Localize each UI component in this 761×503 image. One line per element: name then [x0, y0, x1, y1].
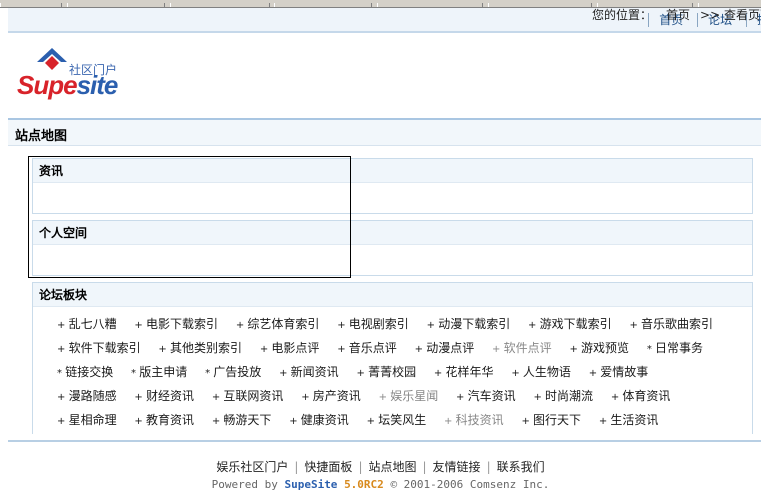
- forum-link[interactable]: 游戏下载索引: [528, 316, 612, 334]
- breadcrumb: 您的位置： 首页 >> 查看页面: [592, 6, 761, 23]
- forum-link[interactable]: 汽车资讯: [456, 388, 516, 406]
- forum-row: 链接交换 版主申请 广告投放 新闻资讯 菁菁校园 花样年华 人生物语 爱情故事: [57, 364, 752, 388]
- breadcrumb-current: >> 查看页面: [700, 8, 761, 22]
- forum-link[interactable]: 房产资讯: [301, 388, 361, 406]
- logo-house-icon: [37, 48, 67, 70]
- forum-link[interactable]: 综艺体育索引: [236, 316, 319, 334]
- footer-divider: [8, 440, 761, 442]
- forum-link[interactable]: 版主申请: [131, 364, 187, 382]
- section-header: 站点地图: [8, 118, 761, 146]
- forum-row: 软件下载索引 其他类别索引 电影点评 音乐点评 动漫点评 软件点评 游戏预览 日…: [57, 340, 752, 364]
- footer-links: 娱乐社区门户 | 快捷面板 | 站点地图 | 友情链接 | 联系我们: [0, 458, 761, 475]
- footer-link-quick-panel[interactable]: 快捷面板: [301, 460, 355, 474]
- page-title: 站点地图: [15, 129, 68, 144]
- personal-space-panel: 个人空间: [32, 220, 753, 276]
- site-logo[interactable]: 社区门户 Supesite: [17, 48, 137, 100]
- footer-separator: |: [294, 460, 299, 474]
- forum-link[interactable]: 音乐点评: [337, 340, 397, 358]
- forum-link[interactable]: 软件下载索引: [57, 340, 141, 358]
- forum-link[interactable]: 音乐歌曲索引: [629, 316, 713, 334]
- forum-link[interactable]: 菁菁校园: [357, 364, 416, 382]
- forum-link[interactable]: 电影点评: [260, 340, 319, 358]
- forum-link[interactable]: 日常事务: [647, 340, 703, 358]
- powered-brand-link[interactable]: SupeSite: [284, 478, 337, 491]
- forum-link[interactable]: 电视剧索引: [337, 316, 409, 334]
- forum-link[interactable]: 人生物语: [511, 364, 571, 382]
- powered-by: Powered by SupeSite 5.0RC2 © 2001-2006 C…: [0, 478, 761, 491]
- forum-link[interactable]: 其他类别索引: [158, 340, 242, 358]
- breadcrumb-home-link[interactable]: 首页: [666, 8, 690, 22]
- forum-link[interactable]: 图行天下: [521, 412, 581, 430]
- footer-link-contact[interactable]: 联系我们: [494, 460, 548, 474]
- powered-prefix: Powered by: [211, 478, 278, 491]
- forum-link[interactable]: 爱情故事: [589, 364, 648, 382]
- logo-wordmark: Supesite: [17, 70, 119, 101]
- forum-link[interactable]: 畅游天下: [212, 412, 271, 430]
- forum-row: 漫路随感 财经资讯 互联网资讯 房产资讯 娱乐星闻 汽车资讯 时尚潮流 体育资讯: [57, 388, 752, 412]
- forum-link[interactable]: 动漫点评: [415, 340, 474, 358]
- forum-link[interactable]: 广告投放: [205, 364, 261, 382]
- forum-boards-panel: 论坛板块 乱七八糟 电影下载索引 综艺体育索引 电视剧索引 动漫下载索引 游戏下…: [32, 282, 753, 436]
- logo-word-part1: Supe: [17, 70, 78, 100]
- forum-link[interactable]: 财经资讯: [134, 388, 194, 406]
- breadcrumb-prefix: 您的位置：: [592, 8, 653, 22]
- powered-copyright: © 2001-2006 Comsenz Inc.: [390, 478, 550, 491]
- forum-link[interactable]: 游戏预览: [569, 340, 629, 358]
- forum-link[interactable]: 电影下载索引: [134, 316, 218, 334]
- forum-link[interactable]: 新闻资讯: [279, 364, 339, 382]
- footer-link-portal[interactable]: 娱乐社区门户: [213, 460, 291, 474]
- powered-version: 5.0RC2: [344, 478, 384, 491]
- footer-separator: |: [486, 460, 491, 474]
- forum-link[interactable]: 动漫下载索引: [427, 316, 510, 334]
- personal-space-panel-title[interactable]: 个人空间: [33, 221, 752, 245]
- forum-link[interactable]: 链接交换: [57, 364, 113, 382]
- forum-link[interactable]: 互联网资讯: [212, 388, 283, 406]
- forum-link[interactable]: 乱七八糟: [57, 316, 117, 334]
- forum-link[interactable]: 花样年华: [434, 364, 493, 382]
- footer-link-sitemap[interactable]: 站点地图: [365, 460, 419, 474]
- forum-link[interactable]: 科技资讯: [444, 412, 504, 430]
- forum-link[interactable]: 体育资讯: [611, 388, 670, 406]
- forum-link[interactable]: 生活资讯: [599, 412, 658, 430]
- forum-link[interactable]: 时尚潮流: [533, 388, 593, 406]
- footer-separator: |: [422, 460, 427, 474]
- forum-boards-list: 乱七八糟 电影下载索引 综艺体育索引 电视剧索引 动漫下载索引 游戏下载索引 音…: [33, 307, 752, 436]
- forum-link[interactable]: 教育资讯: [134, 412, 194, 430]
- news-panel: 资讯: [32, 158, 753, 214]
- forum-link[interactable]: 软件点评: [492, 340, 552, 358]
- forum-boards-panel-title[interactable]: 论坛板块: [33, 283, 752, 307]
- forum-link[interactable]: 星相命理: [57, 412, 117, 430]
- footer-link-friends[interactable]: 友情链接: [430, 460, 484, 474]
- forum-link[interactable]: 娱乐星闻: [379, 388, 438, 406]
- logo-word-part2: site: [76, 70, 119, 100]
- forum-link[interactable]: 坛笑风生: [367, 412, 426, 430]
- forum-link[interactable]: 健康资讯: [289, 412, 349, 430]
- forum-row: 乱七八糟 电影下载索引 综艺体育索引 电视剧索引 动漫下载索引 游戏下载索引 音…: [57, 316, 752, 340]
- footer-separator: |: [358, 460, 363, 474]
- forum-link[interactable]: 漫路随感: [57, 388, 117, 406]
- forum-row: 星相命理 教育资讯 畅游天下 健康资讯 坛笑风生 科技资讯 图行天下 生活资讯: [57, 412, 752, 436]
- news-panel-title[interactable]: 资讯: [33, 159, 752, 183]
